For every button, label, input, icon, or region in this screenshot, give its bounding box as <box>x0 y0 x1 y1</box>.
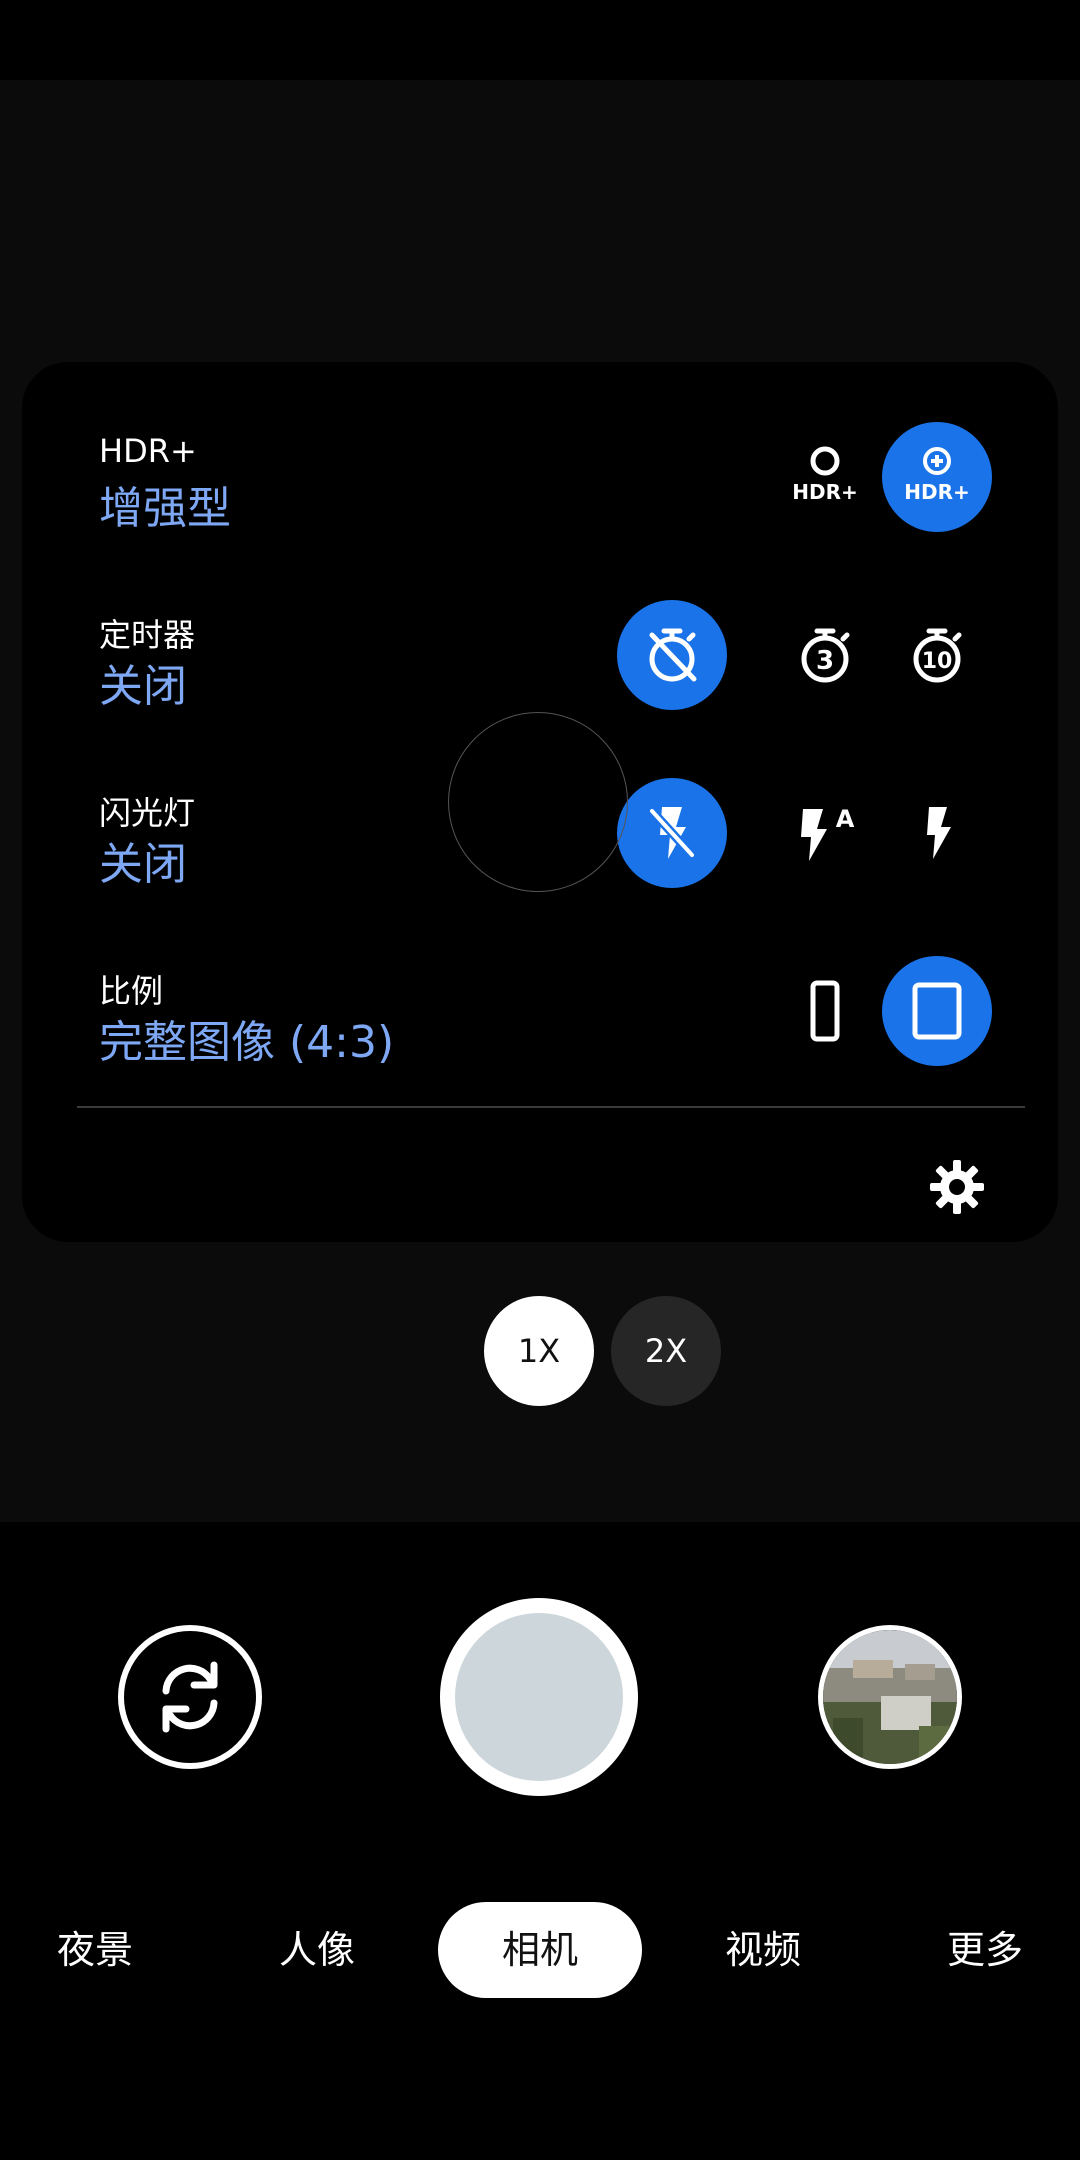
svg-text:3: 3 <box>816 646 834 676</box>
switch-camera-button[interactable] <box>118 1625 262 1769</box>
flash-off-icon <box>647 806 697 860</box>
svg-text:10: 10 <box>922 649 953 674</box>
flash-off-option[interactable] <box>617 778 727 888</box>
mode-night[interactable]: 夜景 <box>40 1902 150 1998</box>
mode-more[interactable]: 更多 <box>930 1902 1040 1998</box>
svg-text:HDR+: HDR+ <box>904 480 970 504</box>
timer-3-option[interactable]: 3 <box>770 600 880 710</box>
flash-on-icon <box>927 807 951 859</box>
last-photo-thumbnail-image <box>823 1630 957 1764</box>
gallery-thumbnail[interactable] <box>818 1625 962 1769</box>
zoom-2x-button[interactable]: 2X <box>611 1296 721 1406</box>
flip-camera-icon <box>162 1661 218 1733</box>
hdr-title: HDR+ <box>99 432 197 470</box>
timer-off-option[interactable] <box>617 600 727 710</box>
hdr-off-option[interactable]: HDR+ <box>770 422 880 532</box>
ratio-tall-option[interactable] <box>770 956 880 1066</box>
ratio-tall-icon <box>810 980 840 1042</box>
ratio-4-3-icon <box>912 982 962 1040</box>
zoom-1x-button[interactable]: 1X <box>484 1296 594 1406</box>
gear-icon <box>930 1160 984 1214</box>
hdr-enhanced-option[interactable]: HDR+ <box>882 422 992 532</box>
shutter-inner <box>455 1613 623 1781</box>
flash-on-option[interactable] <box>882 778 992 888</box>
ratio-setting-row: 比例 完整图像 (4:3) <box>22 956 1058 1126</box>
hdr-plus-enhanced-icon: HDR+ <box>904 447 970 504</box>
mode-selector: 夜景 人像 相机 视频 更多 <box>0 1902 1080 1998</box>
hdr-setting-row: HDR+ 增强型 HDR+ HDR+ <box>22 422 1058 592</box>
svg-text:A: A <box>836 805 855 833</box>
ratio-4-3-option[interactable] <box>882 956 992 1066</box>
panel-divider <box>77 1106 1025 1108</box>
mode-portrait[interactable]: 人像 <box>262 1902 372 1998</box>
hdr-value: 增强型 <box>99 483 231 534</box>
timer-10-icon: 10 <box>913 628 962 683</box>
mode-camera[interactable]: 相机 <box>438 1902 642 1998</box>
shutter-button[interactable] <box>440 1598 638 1796</box>
timer-10-option[interactable]: 10 <box>882 600 992 710</box>
mode-video[interactable]: 视频 <box>708 1902 818 1998</box>
timer-off-icon <box>649 628 697 682</box>
svg-text:HDR+: HDR+ <box>792 480 858 504</box>
hdr-plus-off-icon: HDR+ <box>792 446 858 504</box>
flash-auto-icon: A <box>801 805 855 861</box>
ratio-value: 完整图像 (4:3) <box>99 1017 395 1068</box>
more-settings-button[interactable] <box>902 1132 1012 1242</box>
flash-auto-option[interactable]: A <box>770 778 880 888</box>
flash-value: 关闭 <box>99 839 187 890</box>
timer-3-icon: 3 <box>801 628 850 683</box>
focus-indicator <box>448 712 628 892</box>
timer-value: 关闭 <box>99 661 187 712</box>
